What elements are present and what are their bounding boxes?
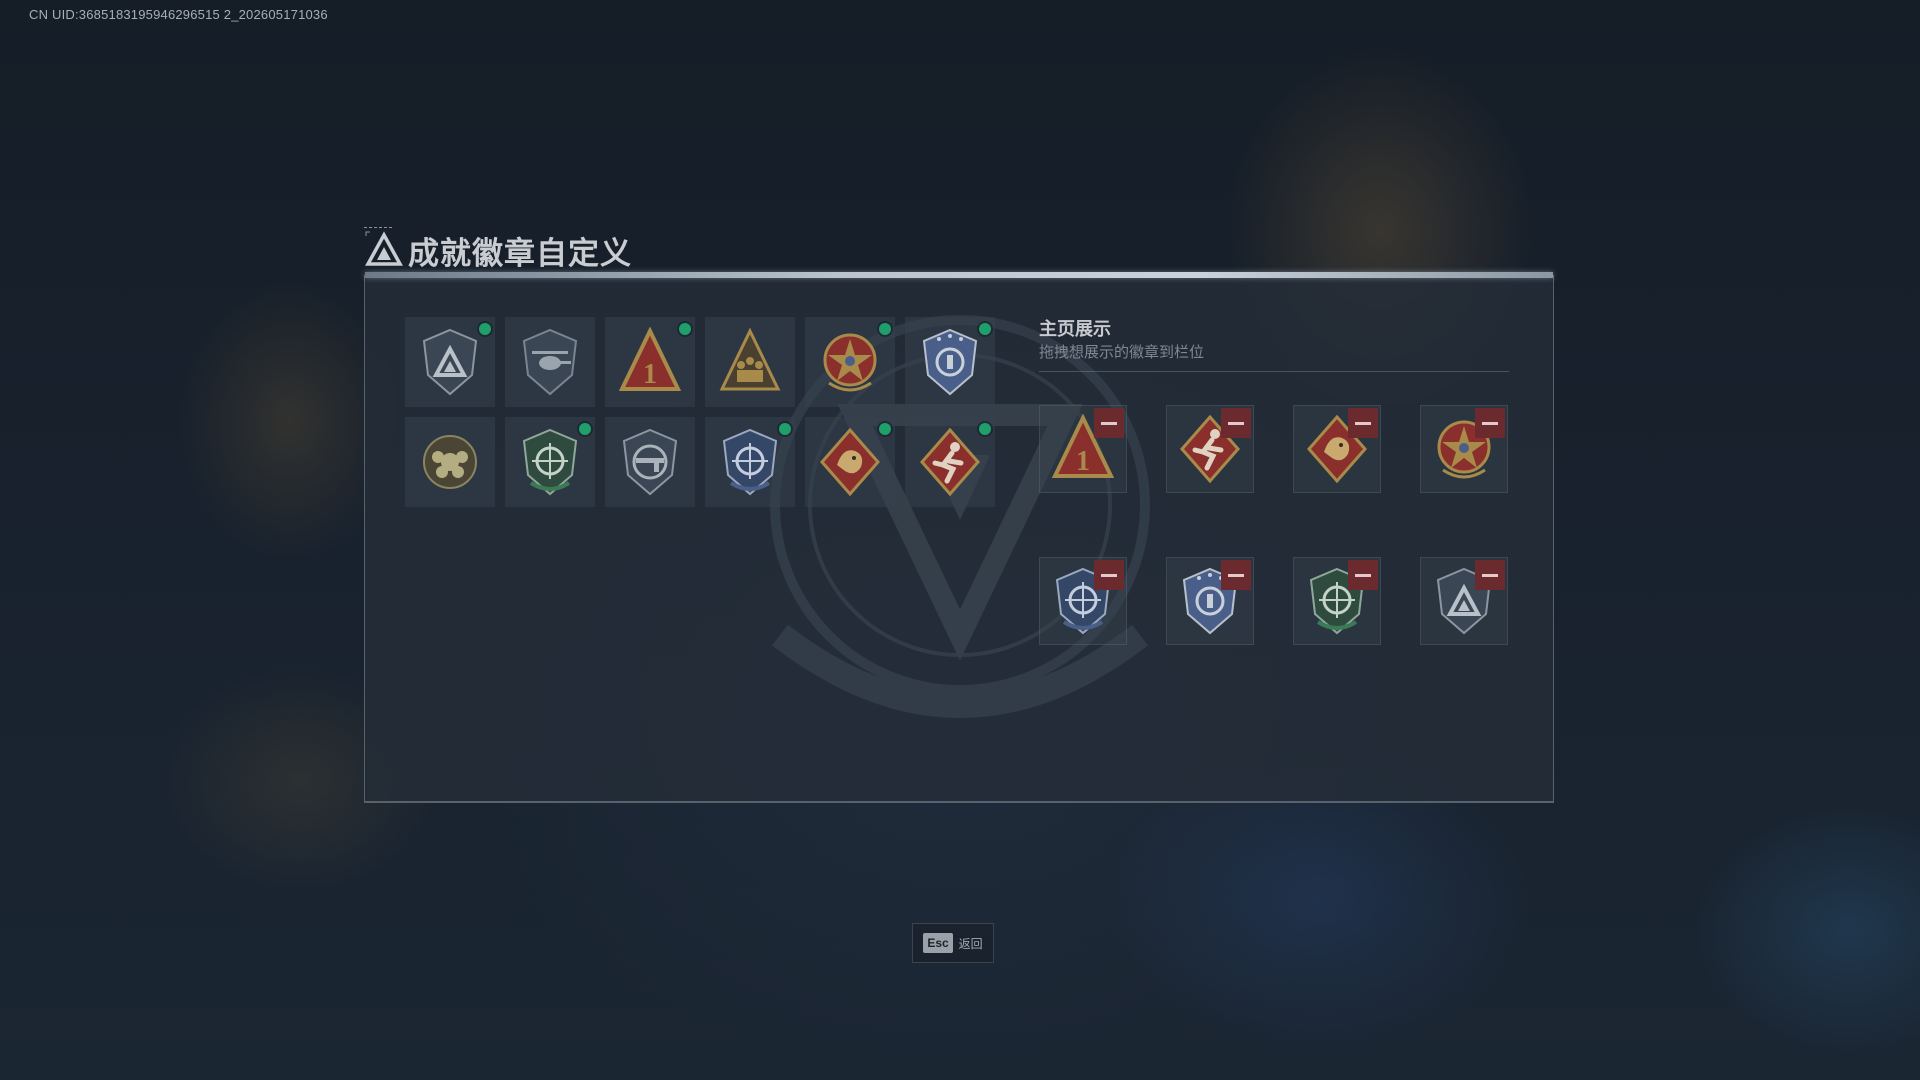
selected-indicator-icon: [579, 423, 591, 435]
badge-slot[interactable]: [905, 317, 995, 407]
home-display-slots: 1: [1039, 405, 1509, 645]
dragon-diamond-badge-icon: [820, 427, 880, 497]
remove-badge-button[interactable]: [1094, 408, 1124, 438]
runner-diamond-badge-icon: [920, 427, 980, 497]
badge-slot[interactable]: [405, 417, 495, 507]
selected-indicator-icon: [679, 323, 691, 335]
panel-top-bar: [365, 272, 1553, 278]
selected-indicator-icon: [979, 323, 991, 335]
display-slot[interactable]: [1039, 557, 1127, 645]
flower-round-badge-icon: [423, 435, 477, 489]
svg-text:1: 1: [643, 359, 657, 390]
badge-slot[interactable]: [605, 417, 695, 507]
back-label: 返回: [958, 936, 983, 951]
badge-slot[interactable]: [705, 417, 795, 507]
badge-slot[interactable]: [705, 317, 795, 407]
home-display-subtitle: 拖拽想展示的徽章到栏位: [1039, 344, 1205, 361]
badge-slot[interactable]: [405, 317, 495, 407]
green-crosshair-shield-badge-icon: [522, 428, 578, 496]
display-slot[interactable]: [1293, 557, 1381, 645]
selected-indicator-icon: [779, 423, 791, 435]
police-shield-badge-icon: [922, 328, 978, 396]
soldiers-triangle-badge-icon: [719, 327, 781, 391]
triangle-shield-badge-icon: [422, 328, 478, 396]
remove-badge-button[interactable]: [1094, 560, 1124, 590]
rifle-shield-badge-icon: [622, 428, 678, 496]
remove-badge-button[interactable]: [1475, 408, 1505, 438]
display-slot[interactable]: [1420, 405, 1508, 493]
blue-crosshair-shield-badge-icon: [722, 428, 778, 496]
selected-indicator-icon: [479, 323, 491, 335]
page-title: 成就徽章自定义: [408, 235, 632, 271]
remove-badge-button[interactable]: [1348, 408, 1378, 438]
page-header: 成就徽章自定义: [364, 227, 632, 271]
remove-badge-button[interactable]: [1221, 560, 1251, 590]
badge-slot[interactable]: 1: [605, 317, 695, 407]
esc-key-icon: Esc: [923, 933, 953, 953]
triangle-logo-icon: [365, 231, 403, 266]
selected-indicator-icon: [979, 423, 991, 435]
display-slot[interactable]: [1293, 405, 1381, 493]
display-slot[interactable]: [1420, 557, 1508, 645]
selected-indicator-icon: [879, 423, 891, 435]
remove-badge-button[interactable]: [1348, 560, 1378, 590]
badge-slot[interactable]: [905, 417, 995, 507]
svg-text:1: 1: [1076, 446, 1090, 477]
uid-label: CN UID:3685183195946296515 2_20260517103…: [29, 7, 328, 22]
badge-slot[interactable]: [505, 317, 595, 407]
badge-slot[interactable]: [805, 417, 895, 507]
number-one-triangle-badge-icon: 1: [619, 327, 681, 391]
remove-badge-button[interactable]: [1221, 408, 1251, 438]
divider: [1039, 371, 1509, 372]
display-slot[interactable]: 1: [1039, 405, 1127, 493]
home-display-title: 主页展示: [1039, 319, 1111, 339]
badge-slot[interactable]: [805, 317, 895, 407]
badge-slot[interactable]: [505, 417, 595, 507]
badge-collection-grid: 1: [405, 317, 1005, 507]
back-button[interactable]: Esc 返回: [912, 923, 994, 963]
display-slot[interactable]: [1166, 557, 1254, 645]
star-wreath-badge-icon: [823, 333, 877, 392]
helicopter-shield-badge-icon: [522, 328, 578, 396]
selected-indicator-icon: [879, 323, 891, 335]
remove-badge-button[interactable]: [1475, 560, 1505, 590]
badge-panel: 1 主页展示 拖拽想展示的徽章到栏位 1: [364, 272, 1554, 803]
display-slot[interactable]: [1166, 405, 1254, 493]
title-dash-decoration: [364, 227, 392, 230]
